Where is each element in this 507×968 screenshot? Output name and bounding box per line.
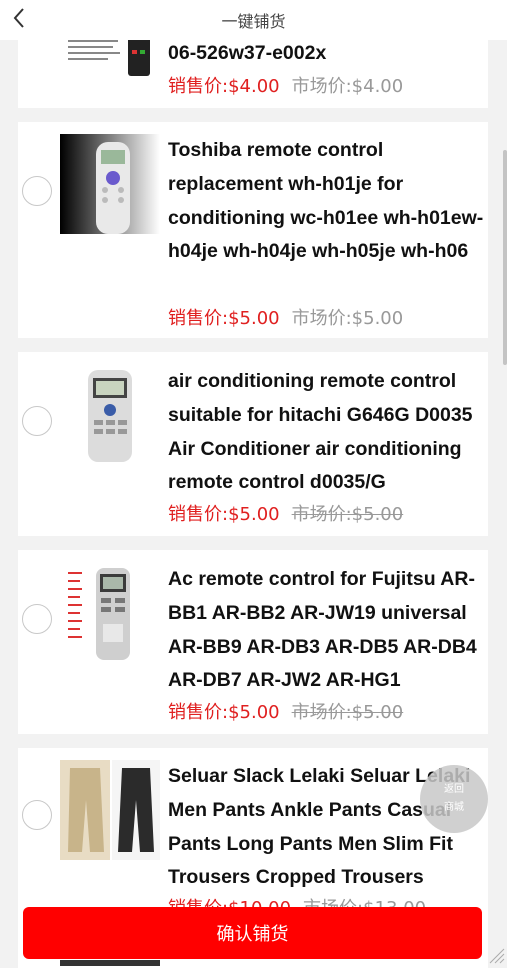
product-card[interactable]: air conditioning remote control suitable… (18, 352, 488, 536)
app-header: 一键铺货 (0, 0, 507, 40)
product-image (60, 760, 160, 860)
confirm-button-label: 确认铺货 (216, 924, 289, 945)
select-radio[interactable] (22, 800, 52, 830)
back-arrow-icon[interactable] (10, 6, 30, 30)
price-row: 销售价:$5.00 市场价:$5.00 (168, 500, 403, 526)
page-title: 一键铺货 (221, 12, 286, 31)
product-card[interactable]: Toshiba remote control replacement wh-h0… (18, 122, 488, 338)
scrollbar-thumb[interactable] (503, 150, 507, 365)
product-title[interactable]: air conditioning remote control suitable… (168, 365, 486, 500)
return-label-line1: 返回 (444, 784, 464, 795)
next-card-image-peek (60, 960, 160, 966)
price-row: 销售价:$5.00 市场价:$5.00 (168, 698, 403, 724)
price-row: 销售价:$5.00 市场价:$5.00 (168, 304, 403, 330)
select-radio[interactable] (22, 176, 52, 206)
select-radio[interactable] (22, 406, 52, 436)
product-title[interactable]: Ac remote control for Fujitsu AR-BB1 AR-… (168, 563, 486, 698)
resize-grip-icon (489, 948, 505, 964)
market-price: 市场价:$4.00 (291, 76, 404, 97)
sale-price: 销售价:$5.00 (168, 504, 280, 525)
price-row: 销售价:$4.00 市场价:$4.00 (168, 72, 403, 98)
market-price: 市场价:$5.00 (291, 504, 404, 525)
sale-price: 销售价:$4.00 (168, 76, 280, 97)
product-title[interactable]: Toshiba remote control replacement wh-h0… (168, 134, 486, 269)
product-image (60, 564, 160, 664)
return-label-line2: 商城 (444, 802, 464, 813)
market-price: 市场价:$5.00 (291, 308, 404, 329)
market-price: 市场价:$5.00 (291, 702, 404, 723)
product-image (60, 134, 160, 234)
sale-price: 销售价:$5.00 (168, 702, 280, 723)
sale-price: 销售价:$5.00 (168, 308, 280, 329)
select-radio[interactable] (22, 604, 52, 634)
product-title[interactable]: 06-526w37-e002x (168, 37, 486, 71)
confirm-button[interactable]: 确认铺货 (23, 907, 482, 959)
return-to-mall-button[interactable]: 返回 商城 (420, 765, 488, 833)
product-card[interactable]: Ac remote control for Fujitsu AR-BB1 AR-… (18, 550, 488, 734)
product-image (60, 366, 160, 466)
